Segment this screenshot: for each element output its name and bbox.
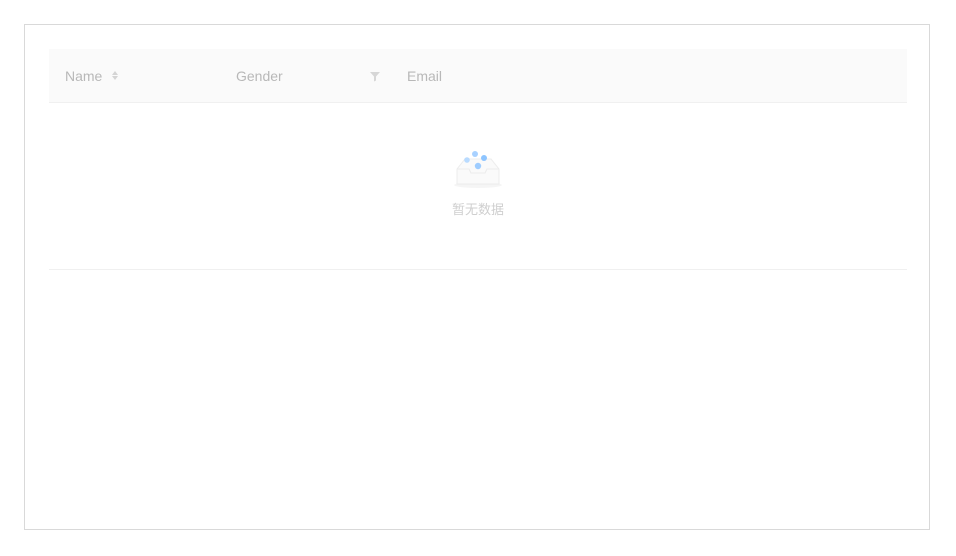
empty-text: 暂无数据	[451, 203, 504, 218]
column-header-name-label: Name	[65, 67, 103, 84]
column-header-gender-label: Gender	[236, 67, 283, 84]
table-header: Name Gender Email	[49, 49, 907, 103]
filter-icon[interactable]	[369, 70, 381, 82]
column-header-name[interactable]: Name	[49, 49, 220, 102]
empty-state: 暂无数据	[49, 147, 907, 218]
sort-ascend-icon	[112, 71, 119, 75]
column-header-email: Email	[391, 49, 907, 102]
column-header-email-label: Email	[407, 67, 443, 84]
empty-box-icon	[454, 151, 502, 188]
sort-descend-icon	[112, 76, 119, 80]
table-container: Name Gender Email 暂无数据	[24, 24, 930, 530]
column-header-gender[interactable]: Gender	[220, 49, 391, 102]
table-body: 暂无数据	[49, 103, 907, 270]
sort-icon[interactable]	[112, 71, 119, 80]
data-table: Name Gender Email 暂无数据	[49, 49, 907, 270]
